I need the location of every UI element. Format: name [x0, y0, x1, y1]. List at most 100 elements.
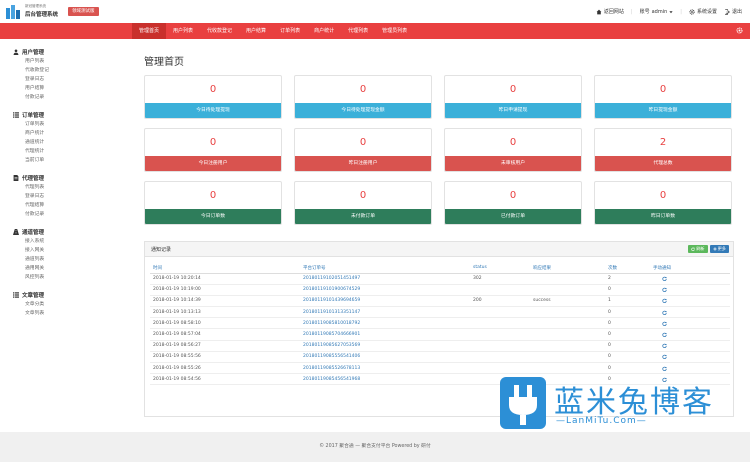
cell-count: 0	[605, 284, 650, 296]
refresh-button[interactable]: 刷新	[688, 245, 708, 253]
cell-result	[530, 284, 605, 296]
cell-status	[470, 351, 530, 364]
panel-title: 通知记录	[151, 247, 172, 253]
account-prefix: 账号	[639, 9, 650, 15]
sidebar-item-order-list[interactable]: 订单列表	[13, 120, 131, 129]
stat-label: 昨日申请提现	[445, 103, 581, 118]
logout-label: 退出	[731, 9, 742, 15]
col-header-count[interactable]: 次数	[605, 263, 650, 274]
cell-order-link[interactable]: 20180119085704666901	[300, 328, 470, 341]
cell-manual-notify	[650, 340, 730, 352]
sidebar-group-title[interactable]: 文章管理	[13, 289, 131, 300]
nav-item-merchant-stats[interactable]: 商户统计	[307, 23, 341, 39]
refresh-icon[interactable]	[662, 343, 667, 349]
cell-manual-notify	[650, 306, 730, 319]
sidebar-group-label: 订单管理	[22, 112, 45, 119]
cell-result	[530, 340, 605, 352]
road-icon	[13, 228, 19, 235]
sidebar-item-collection[interactable]: 代收款登记	[13, 66, 131, 75]
cell-manual-notify	[650, 328, 730, 341]
settings-link[interactable]: 系统设置	[689, 8, 717, 15]
sidebar-group-title[interactable]: 代理管理	[13, 172, 131, 183]
sidebar-item-agent-login-log[interactable]: 登录日志	[13, 192, 131, 201]
sidebar-group-title[interactable]: 订单管理	[13, 109, 131, 120]
refresh-icon[interactable]	[662, 276, 667, 282]
sidebar-item-user-list[interactable]: 用户列表	[13, 57, 131, 66]
sidebar-group-users: 用户管理 用户列表 代收款登记 登录日志 用户结算 付款记录	[0, 46, 131, 102]
sidebar-item-article-list[interactable]: 文章列表	[13, 309, 131, 318]
nav-item-collection[interactable]: 代收款登记	[200, 23, 239, 39]
sidebar: 用户管理 用户列表 代收款登记 登录日志 用户结算 付款记录 订单管理 订单列表…	[0, 39, 131, 432]
sidebar-group-title[interactable]: 用户管理	[13, 46, 131, 57]
cell-count: 0	[605, 351, 650, 364]
table-row: 2018-01-19 10:13:13 20180119101313351147 0	[150, 306, 730, 319]
sidebar-item-risk-list[interactable]: 风控列表	[13, 273, 131, 282]
nav-item-users[interactable]: 用户列表	[166, 23, 200, 39]
page-title: 管理首页	[144, 57, 184, 68]
refresh-icon[interactable]	[662, 298, 667, 304]
nav-item-agents[interactable]: 代理列表	[341, 23, 375, 39]
cell-order-link[interactable]: 20180119102051451497	[300, 273, 470, 285]
cell-order-link[interactable]: 20180119085556541406	[300, 351, 470, 364]
sidebar-item-general-gateway[interactable]: 通用网关	[13, 264, 131, 273]
sidebar-item-agent-payments[interactable]: 付款记录	[13, 210, 131, 219]
refresh-icon[interactable]	[662, 332, 667, 338]
account-dropdown[interactable]: 账号 admin	[640, 8, 674, 15]
cell-manual-notify	[650, 351, 730, 364]
col-header-result[interactable]: 响应结果	[530, 263, 605, 274]
refresh-icon[interactable]	[662, 321, 667, 326]
sidebar-group-agents: 代理管理 代理列表 登录日志 代理结算 付款记录	[0, 172, 131, 219]
cell-status	[470, 362, 530, 375]
cell-order-link[interactable]: 20180119085456541968	[300, 373, 470, 386]
col-header-time[interactable]: 时间	[150, 263, 300, 274]
stat-label: 已付款订单	[445, 209, 581, 224]
sidebar-group-title[interactable]: 通道管理	[13, 226, 131, 237]
cell-result	[530, 317, 605, 330]
sidebar-item-article-categories[interactable]: 文章分类	[13, 300, 131, 309]
logout-link[interactable]: 退出	[724, 8, 742, 15]
stat-card: 0 今日待处理提现	[144, 75, 282, 119]
nav-item-admins[interactable]: 管理员列表	[375, 23, 414, 39]
sidebar-item-login-log[interactable]: 登录日志	[13, 75, 131, 84]
col-header-manual[interactable]: 手动通知	[650, 263, 730, 274]
stat-label: 昨日订单数	[595, 209, 731, 224]
sidebar-item-agent-settlement[interactable]: 代理结算	[13, 201, 131, 210]
refresh-icon[interactable]	[662, 287, 667, 293]
sidebar-item-channel-list[interactable]: 通道列表	[13, 255, 131, 264]
sidebar-item-agent-stats[interactable]: 代理统计	[13, 147, 131, 156]
cell-order-link[interactable]: 20180119101900674529	[300, 284, 470, 296]
sidebar-item-access-system[interactable]: 接入系统	[13, 237, 131, 246]
sidebar-item-user-settlement[interactable]: 用户结算	[13, 84, 131, 93]
cell-order-link[interactable]: 20180119085526678113	[300, 362, 470, 375]
sidebar-item-merchant-stats[interactable]: 商户统计	[13, 129, 131, 138]
refresh-icon[interactable]	[662, 354, 667, 360]
back-to-site-link[interactable]: 返回网站	[596, 8, 624, 15]
nav-item-home[interactable]: 管理首页	[132, 23, 167, 39]
cell-order-link[interactable]: 20180119085810018792	[300, 317, 470, 330]
sidebar-item-access-gateway[interactable]: 接入网关	[13, 246, 131, 255]
stat-value: 0	[509, 137, 517, 148]
cell-order-link[interactable]: 20180119101313351147	[300, 306, 470, 319]
watermark: 蓝米兔博客 —LanMiTu.Com—	[498, 373, 733, 433]
cell-order-link[interactable]: 20180119085627053569	[300, 340, 470, 352]
cell-status	[470, 328, 530, 341]
sidebar-item-payment-records[interactable]: 付款记录	[13, 93, 131, 102]
col-header-status[interactable]: status	[470, 263, 530, 274]
refresh-label: 刷新	[696, 246, 705, 251]
cell-order-link[interactable]: 20180119101439694659	[300, 295, 470, 308]
divider: |	[630, 8, 633, 15]
nav-item-orders[interactable]: 订单列表	[273, 23, 307, 39]
stat-value: 0	[209, 137, 217, 148]
nav-gear-icon[interactable]	[736, 27, 743, 34]
refresh-icon[interactable]	[662, 366, 667, 371]
sidebar-group-articles: 文章管理 文章分类 文章列表	[0, 289, 131, 318]
sidebar-item-channel-stats[interactable]: 通道统计	[13, 138, 131, 147]
col-header-order[interactable]: 平台订单号	[300, 263, 470, 274]
refresh-icon[interactable]	[662, 310, 667, 315]
more-button[interactable]: 更多	[709, 245, 729, 253]
nav-item-settlement[interactable]: 用户结算	[239, 23, 273, 39]
stat-label: 今日待处理提现	[145, 103, 281, 118]
sidebar-item-agent-list[interactable]: 代理列表	[13, 183, 131, 192]
sidebar-item-current-orders[interactable]: 当前订单	[13, 156, 131, 165]
cell-manual-notify	[650, 284, 730, 296]
